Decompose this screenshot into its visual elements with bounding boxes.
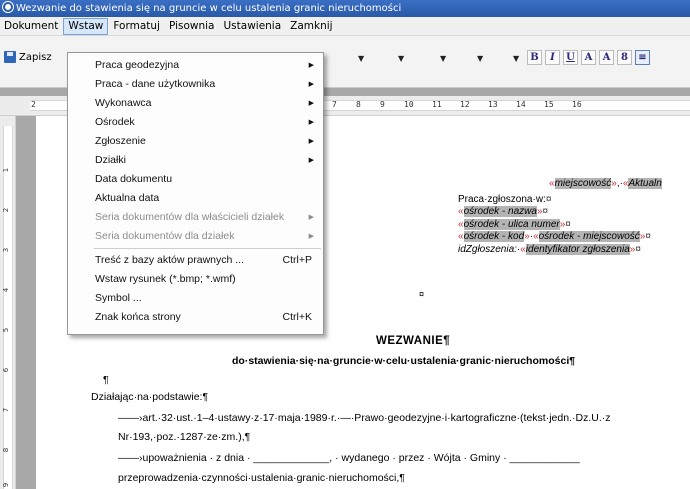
- menu-item-symbol[interactable]: Symbol ...: [68, 289, 323, 308]
- id-label: idZgłoszenia:·: [458, 243, 521, 255]
- place-date-line: «miejscowość»,·«Aktualn: [549, 178, 662, 189]
- menu-item-data-dokumentu[interactable]: Data dokumentu: [68, 170, 323, 189]
- body-line-dzialajac: Działając·na·podstawie:¶: [91, 391, 209, 403]
- submenu-arrow-icon: ▶: [308, 119, 314, 126]
- vruler-number: 8: [2, 447, 11, 453]
- italic-button[interactable]: I: [545, 50, 560, 65]
- ruler-number: 15: [544, 100, 554, 109]
- menu-item-praca-dane-uzytkownika[interactable]: Praca - dane użytkownika ▶: [68, 75, 323, 94]
- body-line-art: ——›art.·32·ust.·1–4·ustawy·z·17·maja·198…: [118, 412, 611, 424]
- field-osrodek-nazwa[interactable]: ośrodek - nazwa: [463, 206, 537, 218]
- field-identyfikator[interactable]: identyfikator zgłoszenia: [525, 243, 630, 255]
- shortcut-label: Ctrl+K: [282, 311, 312, 323]
- ruler-number: 11: [432, 100, 442, 109]
- document-subheading: do·stawienia·się·na·gruncie·w·celu·ustal…: [232, 355, 576, 367]
- submenu-arrow-icon: ▶: [308, 157, 314, 164]
- bold-button[interactable]: B: [527, 50, 542, 65]
- submenu-arrow-icon: ▶: [308, 214, 314, 221]
- save-button[interactable]: Zapisz: [4, 51, 52, 63]
- submenu-arrow-icon: ▶: [308, 233, 314, 240]
- ruler-number: 16: [572, 100, 582, 109]
- menu-item-dzialki[interactable]: Działki ▶: [68, 151, 323, 170]
- document-heading: WEZWANIE¶: [376, 335, 451, 347]
- cell-marker: ¤: [419, 289, 425, 299]
- ruler-number: 8: [356, 100, 361, 109]
- vruler-number: 3: [2, 247, 11, 253]
- menu-item-seria-wlascicieli: Seria dokumentów dla właścicieli działek…: [68, 208, 323, 227]
- highlight-dropdown-arrow[interactable]: ▼: [513, 51, 519, 66]
- body-line-przeprowadzenia: przeprowadzenia·czynności·ustalenia·gran…: [118, 472, 405, 484]
- font-name-dropdown-arrow[interactable]: ▼: [358, 51, 364, 66]
- subscript-button[interactable]: A: [599, 50, 614, 65]
- ruler-number: 14: [516, 100, 526, 109]
- submenu-arrow-icon: ▶: [308, 81, 314, 88]
- menu-formatuj[interactable]: Formatuj: [109, 18, 164, 35]
- ruler-number: 2: [31, 100, 36, 109]
- underline-button[interactable]: U: [563, 50, 578, 65]
- praca-block: Praca·zgłoszona·w:¤ «ośrodek - nazwa»¤ «…: [458, 194, 651, 255]
- menu-item-znak-konca-strony[interactable]: Znak końca strony Ctrl+K: [68, 308, 323, 327]
- title-bar: Wezwanie do stawienia się na gruncie w c…: [0, 0, 690, 17]
- menu-ustawienia[interactable]: Ustawienia: [219, 18, 285, 35]
- menu-bar: Dokument Wstaw Formatuj Pisownia Ustawie…: [0, 17, 690, 36]
- menu-item-praca-geodezyjna[interactable]: Praca geodezyjna ▶: [68, 56, 323, 75]
- menu-item-aktualna-data[interactable]: Aktualna data: [68, 189, 323, 208]
- vruler-number: 1: [2, 167, 11, 173]
- shortcut-label: Ctrl+P: [282, 254, 312, 266]
- body-line-upowaznienia: ——›upoważnienia · z dnia · _____________…: [118, 452, 580, 464]
- vruler-number: 6: [2, 367, 11, 373]
- menu-item-wstaw-rysunek[interactable]: Wstaw rysunek (*.bmp; *.wmf): [68, 270, 323, 289]
- symbol-button[interactable]: 8: [617, 50, 632, 65]
- menu-item-seria-dzialek: Seria dokumentów dla działek ▶: [68, 227, 323, 246]
- menu-item-tresc-z-bazy[interactable]: Treść z bazy aktów prawnych ... Ctrl+P: [68, 251, 323, 270]
- align-button[interactable]: ≡: [635, 50, 650, 65]
- menu-pisownia[interactable]: Pisownia: [165, 18, 219, 35]
- ruler-number: 9: [380, 100, 385, 109]
- body-line-nr: Nr·193,·poz.·1287·ze·zm.),¶: [118, 431, 251, 443]
- floppy-icon: [4, 51, 16, 63]
- ruler-number: 12: [460, 100, 470, 109]
- field-osrodek-kod[interactable]: ośrodek - kod: [463, 231, 525, 243]
- vertical-ruler[interactable]: 1 2 3 4 5 6 7 8 9: [0, 116, 16, 489]
- field-osrodek-ulica[interactable]: ośrodek - ulica numer: [463, 218, 560, 230]
- menu-zamknij[interactable]: Zamknij: [286, 18, 336, 35]
- field-miejscowosc[interactable]: miejscowość: [554, 178, 612, 189]
- vruler-number: 9: [2, 482, 11, 488]
- menu-separator: [94, 248, 321, 249]
- font-size-dropdown-arrow[interactable]: ▼: [398, 51, 404, 66]
- save-label: Zapisz: [19, 51, 52, 63]
- app-icon: [3, 2, 13, 12]
- submenu-arrow-icon: ▶: [308, 100, 314, 107]
- vruler-number: 7: [2, 407, 11, 413]
- praca-label: Praca·zgłoszona·w:: [458, 194, 546, 205]
- submenu-arrow-icon: ▶: [308, 62, 314, 69]
- paragraph-mark: ¶: [103, 374, 109, 386]
- submenu-arrow-icon: ▶: [308, 138, 314, 145]
- color-dropdown-arrow[interactable]: ▼: [477, 51, 483, 66]
- vruler-number: 2: [2, 207, 11, 213]
- ruler-number: 7: [332, 100, 337, 109]
- menu-item-zgloszenie[interactable]: Zgłoszenie ▶: [68, 132, 323, 151]
- style-dropdown-arrow[interactable]: ▼: [440, 51, 446, 66]
- vruler-number: 4: [2, 287, 11, 293]
- vruler-number: 5: [2, 327, 11, 333]
- menu-wstaw[interactable]: Wstaw: [63, 17, 109, 35]
- vruler-strip: [3, 126, 13, 489]
- superscript-button[interactable]: A: [581, 50, 596, 65]
- window-title: Wezwanie do stawienia się na gruncie w c…: [16, 3, 402, 14]
- ruler-number: 10: [404, 100, 414, 109]
- menu-item-wykonawca[interactable]: Wykonawca ▶: [68, 94, 323, 113]
- ruler-number: 13: [488, 100, 498, 109]
- menu-dokument[interactable]: Dokument: [0, 18, 62, 35]
- field-aktualna-data[interactable]: Aktualn: [628, 178, 662, 189]
- wstaw-dropdown-menu: Praca geodezyjna ▶ Praca - dane użytkowni…: [67, 52, 324, 335]
- menu-item-osrodek[interactable]: Ośrodek ▶: [68, 113, 323, 132]
- field-osrodek-miejscowosc[interactable]: ośrodek - miejscowość: [538, 231, 640, 243]
